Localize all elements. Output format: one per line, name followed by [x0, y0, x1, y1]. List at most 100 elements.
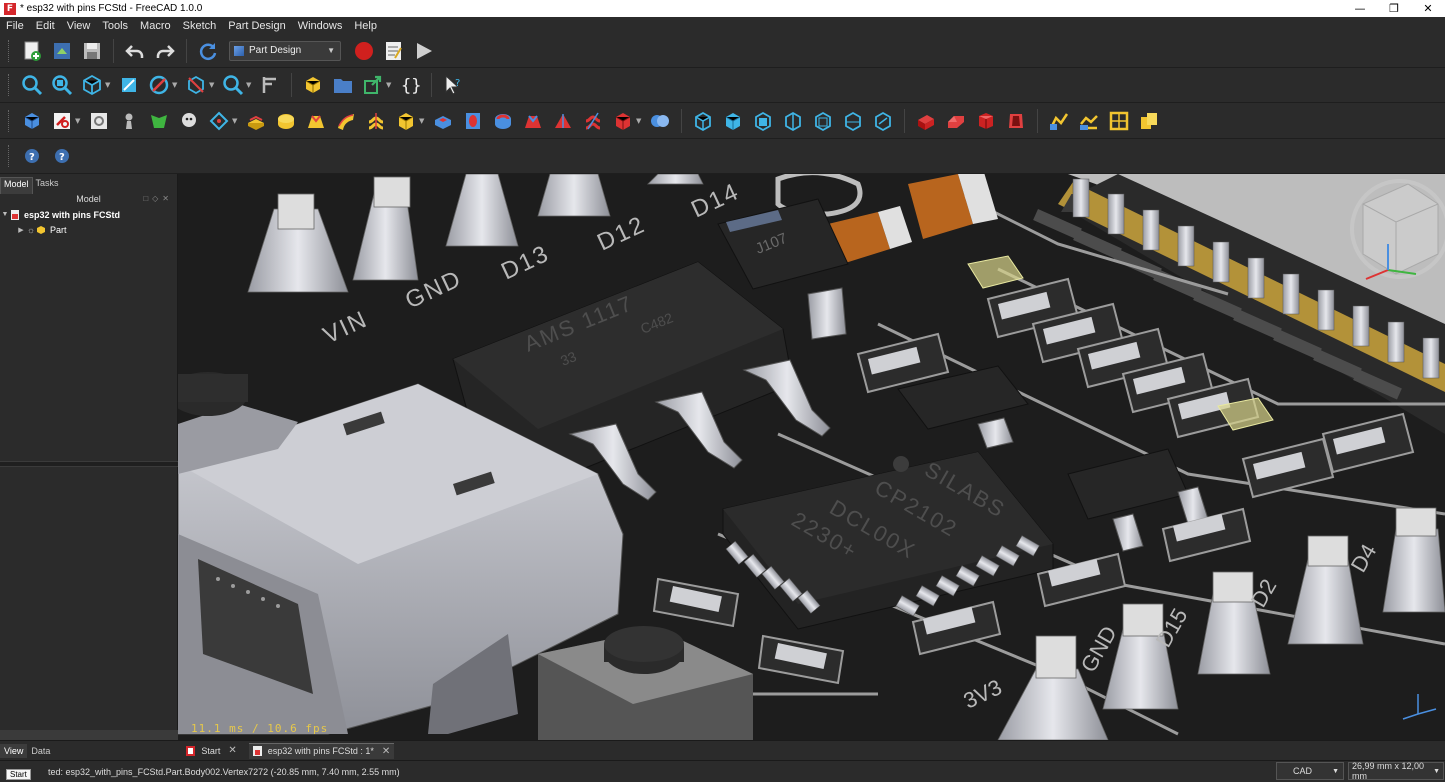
pattern-button[interactable]	[840, 108, 866, 134]
subtractive-primitive-button[interactable]	[610, 108, 636, 134]
draft-button[interactable]	[973, 108, 999, 134]
draw-style-button[interactable]	[146, 72, 172, 98]
toolbar-grip[interactable]	[8, 74, 11, 96]
additive-pipe-button[interactable]	[333, 108, 359, 134]
chevron-down-icon[interactable]: ▼	[232, 117, 239, 125]
pad-button[interactable]	[243, 108, 269, 134]
maximize-button[interactable]: ❐	[1377, 0, 1411, 17]
tab-tasks[interactable]: Tasks	[33, 177, 62, 194]
tab-model[interactable]: Model	[0, 177, 33, 194]
fillet-button[interactable]	[913, 108, 939, 134]
tab-document[interactable]: esp32 with pins FCStd : 1* ✕	[248, 742, 395, 759]
fit-all-button[interactable]	[19, 72, 45, 98]
chevron-down-icon[interactable]: ▼	[386, 81, 393, 89]
workbench-selector[interactable]: Part Design ▼	[229, 40, 341, 61]
whats-this-button[interactable]: ?	[440, 72, 466, 98]
revolution-button[interactable]	[273, 108, 299, 134]
open-button[interactable]	[49, 38, 75, 64]
minimize-button[interactable]: —	[1343, 0, 1377, 17]
sketcher-tool-4-button[interactable]	[1136, 108, 1162, 134]
tab-view[interactable]: View	[0, 743, 28, 758]
scaled-button[interactable]	[810, 108, 836, 134]
create-body-button[interactable]	[19, 108, 45, 134]
groove-button[interactable]	[490, 108, 516, 134]
chevron-down-icon[interactable]: ▼	[636, 117, 643, 125]
link-button[interactable]	[360, 72, 386, 98]
view-isometric-button[interactable]	[79, 72, 105, 98]
menu-windows[interactable]: Windows	[292, 20, 349, 32]
tree-item-document[interactable]: ▼ esp32 with pins FCStd	[0, 207, 177, 222]
mirrored-button[interactable]	[690, 108, 716, 134]
visibility-eye-icon[interactable]: ☼	[26, 225, 36, 235]
toolbar-grip[interactable]	[8, 39, 11, 62]
macro-edit-button[interactable]	[381, 38, 407, 64]
macro-record-button[interactable]	[351, 38, 377, 64]
menu-view[interactable]: View	[61, 20, 97, 32]
boolean-button[interactable]	[647, 108, 673, 134]
chevron-down-icon[interactable]: ▼	[172, 81, 179, 89]
fit-selection-button[interactable]	[49, 72, 75, 98]
expand-arrow-icon[interactable]: ▼	[0, 211, 10, 218]
sketcher-tool-3-button[interactable]	[1106, 108, 1132, 134]
subshape-binder-button[interactable]	[146, 108, 172, 134]
menu-file[interactable]: File	[0, 20, 30, 32]
subtractive-loft-button[interactable]	[520, 108, 546, 134]
transform-button[interactable]	[870, 108, 896, 134]
tab-start[interactable]: Start ✕	[182, 743, 240, 758]
sketcher-tool-2-button[interactable]	[1076, 108, 1102, 134]
additive-loft-button[interactable]	[303, 108, 329, 134]
measure-button[interactable]	[116, 72, 142, 98]
help-button[interactable]: ?	[19, 143, 45, 169]
menu-help[interactable]: Help	[348, 20, 383, 32]
menu-sketch[interactable]: Sketch	[177, 20, 223, 32]
pcb-3d-scene[interactable]: VIN GND D13 D12 D14 J107 AMS 1117 33 C48…	[178, 174, 1445, 740]
menu-tools[interactable]: Tools	[96, 20, 134, 32]
menu-macro[interactable]: Macro	[134, 20, 177, 32]
macro-run-button[interactable]	[411, 38, 437, 64]
subtractive-pipe-button[interactable]	[550, 108, 576, 134]
panel-splitter[interactable]	[0, 461, 178, 467]
create-sketch-button[interactable]	[49, 108, 75, 134]
pocket-button[interactable]	[430, 108, 456, 134]
close-icon[interactable]: ✕	[228, 745, 236, 756]
multi-transform-button[interactable]	[780, 108, 806, 134]
linear-pattern-button[interactable]	[720, 108, 746, 134]
chevron-down-icon[interactable]: ▼	[105, 81, 112, 89]
subtractive-helix-button[interactable]	[580, 108, 606, 134]
sketcher-tool-1-button[interactable]	[1046, 108, 1072, 134]
thickness-button[interactable]	[1003, 108, 1029, 134]
navigation-style-selector[interactable]: CAD ▼	[1276, 762, 1344, 780]
expand-arrow-icon[interactable]: ▶	[16, 226, 26, 234]
zoom-button[interactable]	[220, 72, 246, 98]
polar-pattern-button[interactable]	[750, 108, 776, 134]
tab-data[interactable]: Data	[27, 744, 54, 758]
bounding-box-button[interactable]	[183, 72, 209, 98]
chevron-down-icon[interactable]: ▼	[75, 117, 82, 125]
undo-button[interactable]	[122, 38, 148, 64]
property-scrollbar[interactable]	[0, 730, 178, 740]
variable-set-button[interactable]: {}	[397, 72, 423, 98]
toolbar-grip[interactable]	[8, 145, 11, 167]
tree-item-part[interactable]: ▶ ☼ Part	[0, 222, 177, 237]
hole-button[interactable]	[460, 108, 486, 134]
close-button[interactable]: ✕	[1411, 0, 1445, 17]
whats-this-help-button[interactable]: ?	[49, 143, 75, 169]
redo-button[interactable]	[152, 38, 178, 64]
3d-viewport[interactable]: VIN GND D13 D12 D14 J107 AMS 1117 33 C48…	[178, 174, 1445, 740]
dimension-readout[interactable]: 26,99 mm x 12,00 mm ▼	[1348, 761, 1444, 781]
menu-edit[interactable]: Edit	[30, 20, 61, 32]
additive-helix-button[interactable]	[363, 108, 389, 134]
chevron-down-icon[interactable]: ▼	[209, 81, 216, 89]
refresh-button[interactable]	[195, 38, 221, 64]
create-part-button[interactable]	[300, 72, 326, 98]
validate-sketch-button[interactable]	[86, 108, 112, 134]
shape-binder-button[interactable]	[116, 108, 142, 134]
save-button[interactable]	[79, 38, 105, 64]
new-document-button[interactable]	[19, 38, 45, 64]
toolbar-grip[interactable]	[8, 109, 11, 132]
clone-button[interactable]	[176, 108, 202, 134]
menu-part-design[interactable]: Part Design	[222, 20, 291, 32]
chevron-down-icon[interactable]: ▼	[246, 81, 253, 89]
additive-primitive-button[interactable]	[393, 108, 419, 134]
chevron-down-icon[interactable]: ▼	[419, 117, 426, 125]
